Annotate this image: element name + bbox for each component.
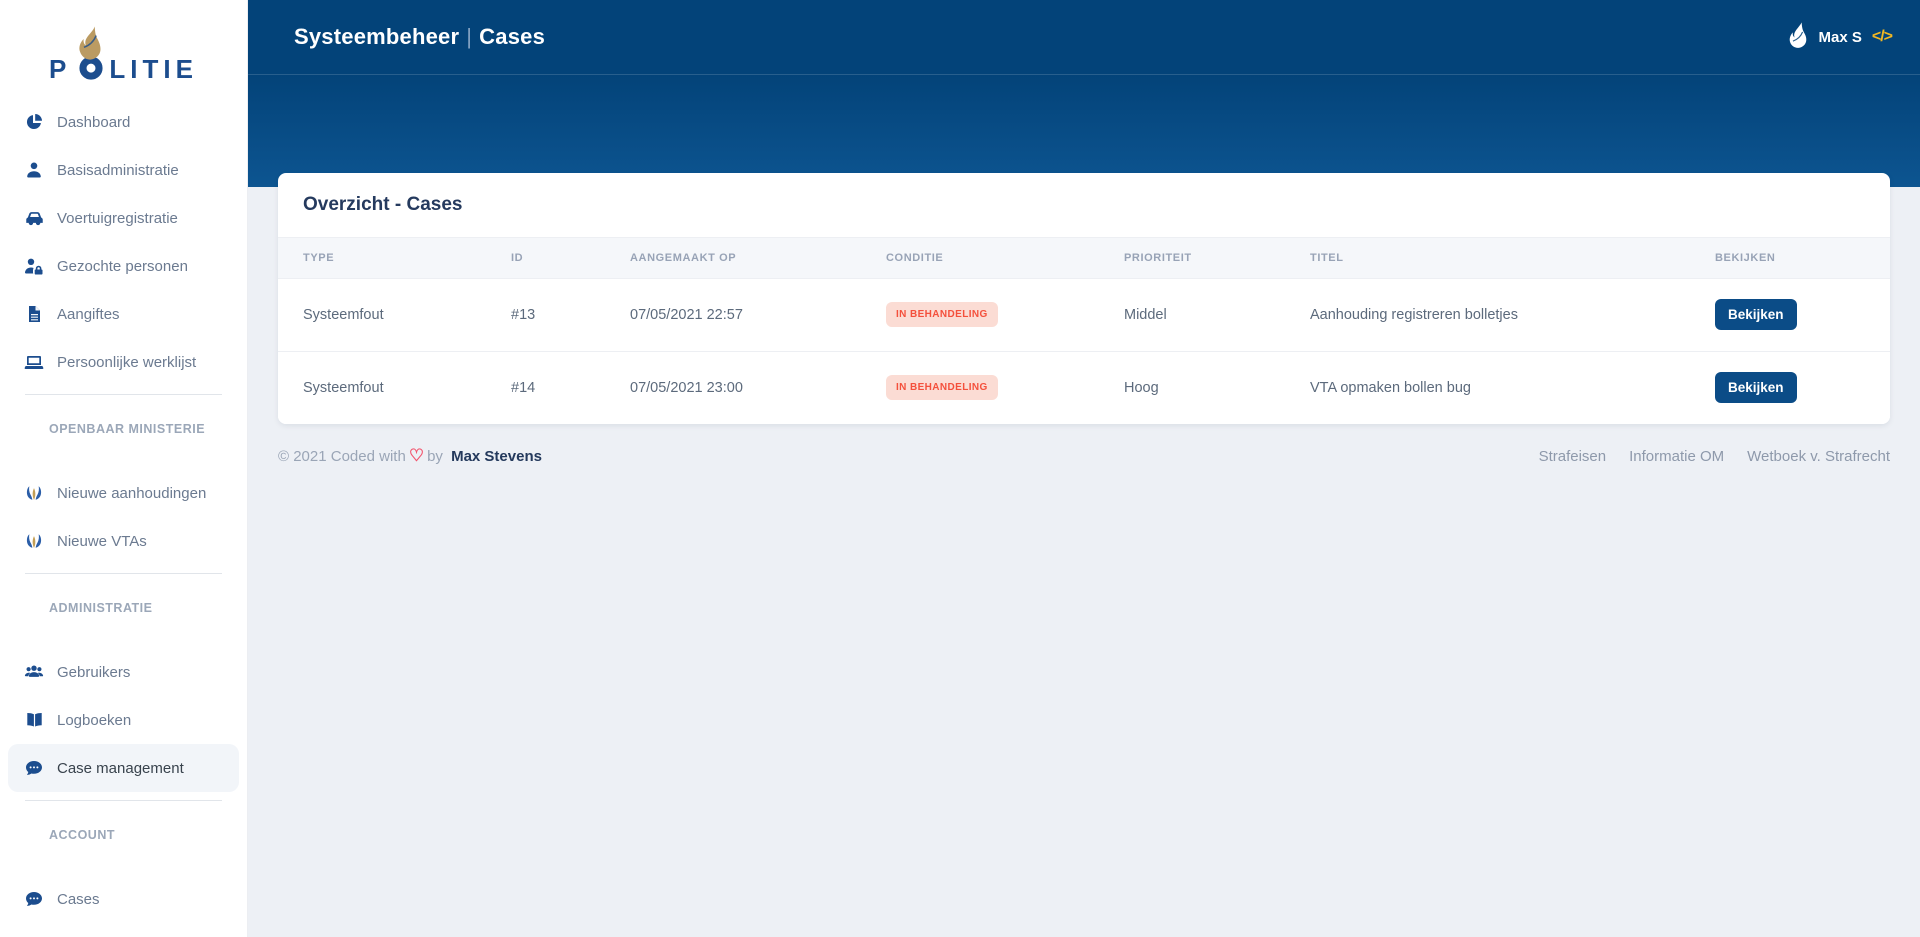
chat-dots-icon (24, 758, 44, 778)
footer-link-informatie-om[interactable]: Informatie OM (1629, 448, 1724, 465)
column-header-titel: TITEL (1285, 237, 1690, 279)
sidebar-divider (25, 573, 222, 574)
column-header-type: TYPE (278, 237, 486, 279)
sidebar-item-label: Cases (57, 890, 100, 908)
column-header-prioriteit: PRIORITEIT (1099, 237, 1285, 279)
om-emblem-icon (24, 483, 44, 503)
car-icon (24, 208, 44, 228)
copyright-text: © 2021 Coded with ♡ by Max Stevens (278, 446, 542, 465)
sidebar-item-gebruikers[interactable]: Gebruikers (8, 648, 239, 696)
sidebar-item-gezochte-personen[interactable]: Gezochte personen (8, 242, 239, 290)
column-header-conditie: CONDITIE (861, 237, 1099, 279)
sidebar-item-persoonlijke-werklijst[interactable]: Persoonlijke werklijst (8, 338, 239, 386)
user-icon (24, 160, 44, 180)
page-content: Overzicht - Cases TYPE ID AANGEMAAKT OP … (248, 173, 1920, 466)
cell-id: #13 (486, 278, 605, 352)
main-area: Systeembeheer | Cases Max S </> Overzicht … (248, 0, 1920, 937)
sidebar-item-dashboard[interactable]: Dashboard (8, 98, 239, 146)
document-icon (24, 304, 44, 324)
sidebar-item-label: Aangiftes (57, 305, 120, 323)
sidebar-item-case-management[interactable]: Case management (8, 744, 239, 792)
sidebar-item-label: Dashboard (57, 113, 131, 131)
sidebar-item-label: Voertuigregistratie (57, 209, 178, 227)
section-heading-openbaar-ministerie: OPENBAAR MINISTERIE (49, 422, 206, 436)
sidebar-divider (25, 394, 222, 395)
footer-link-wetboek[interactable]: Wetboek v. Strafrecht (1747, 448, 1890, 465)
section-heading-administratie: ADMINISTRATIE (49, 601, 153, 615)
sidebar-divider (25, 800, 222, 801)
politie-flame-icon (1789, 22, 1806, 48)
cell-type: Systeemfout (278, 278, 486, 352)
cell-title: Aanhouding registreren bolletjes (1285, 278, 1690, 352)
cell-priority: Middel (1099, 278, 1285, 352)
author-link[interactable]: Max Stevens (451, 448, 542, 465)
table-header-row: TYPE ID AANGEMAAKT OP CONDITIE PRIORITEI… (278, 237, 1890, 279)
politie-flame-o-icon (79, 26, 103, 80)
footer-links: Strafeisen Informatie OM Wetboek v. Stra… (1539, 448, 1890, 465)
view-case-button[interactable]: Bekijken (1715, 299, 1797, 330)
sidebar-nav: Dashboard Basisadministratie Voertuigreg… (0, 98, 247, 923)
sidebar: P LITIE Dashboard Basisadministratie Voe… (0, 0, 248, 937)
page-title: Systeembeheer | Cases (294, 24, 546, 49)
sidebar-item-nieuwe-vtas[interactable]: Nieuwe VTAs (8, 517, 239, 565)
sidebar-item-label: Nieuwe VTAs (57, 532, 147, 550)
card-title: Overzicht - Cases (303, 194, 463, 215)
heart-icon: ♡ (408, 446, 425, 465)
table-row: Systeemfout #14 07/05/2021 23:00 IN BEHA… (278, 351, 1890, 424)
users-icon (24, 662, 44, 682)
top-navbar: Systeembeheer | Cases Max S </> (248, 0, 1920, 75)
cases-table: TYPE ID AANGEMAAKT OP CONDITIE PRIORITEI… (278, 237, 1890, 424)
cell-title: VTA opmaken bollen bug (1285, 351, 1690, 424)
status-badge: IN BEHANDELING (886, 302, 998, 327)
status-badge: IN BEHANDELING (886, 375, 998, 400)
user-lock-icon (24, 256, 44, 276)
cases-card: Overzicht - Cases TYPE ID AANGEMAAKT OP … (278, 173, 1890, 424)
page-footer: © 2021 Coded with ♡ by Max Stevens Strafei… (278, 446, 1890, 466)
column-header-bekijken: BEKIJKEN (1690, 237, 1890, 279)
chat-dots-icon (24, 889, 44, 909)
logo-letter-p: P (49, 54, 72, 84)
column-header-aangemaakt-op: AANGEMAAKT OP (605, 237, 861, 279)
sidebar-item-label: Gebruikers (57, 663, 131, 681)
sidebar-item-basisadministratie[interactable]: Basisadministratie (8, 146, 239, 194)
sidebar-item-voertuigregistratie[interactable]: Voertuigregistratie (8, 194, 239, 242)
logo-letters-rest: LITIE (109, 54, 198, 84)
cell-priority: Hoog (1099, 351, 1285, 424)
laptop-icon (24, 352, 44, 372)
sidebar-item-label: Logboeken (57, 711, 132, 729)
card-header: Overzicht - Cases (278, 173, 1890, 237)
sidebar-item-label: Basisadministratie (57, 161, 179, 179)
username: Max S (1818, 28, 1862, 46)
pie-chart-icon (24, 112, 44, 132)
table-row: Systeemfout #13 07/05/2021 22:57 IN BEHA… (278, 278, 1890, 352)
sidebar-item-label: Persoonlijke werklijst (57, 353, 197, 371)
sidebar-item-logboeken[interactable]: Logboeken (8, 696, 239, 744)
title-separator: | (466, 24, 473, 49)
cell-type: Systeemfout (278, 351, 486, 424)
om-emblem-icon (24, 531, 44, 551)
section-heading-account: ACCOUNT (49, 828, 115, 842)
header-band (248, 75, 1920, 187)
sidebar-item-cases[interactable]: Cases (8, 875, 239, 923)
cell-created-at: 07/05/2021 23:00 (605, 351, 861, 424)
sidebar-item-label: Nieuwe aanhoudingen (57, 484, 207, 502)
cell-created-at: 07/05/2021 22:57 (605, 278, 861, 352)
footer-link-strafeisen[interactable]: Strafeisen (1539, 448, 1607, 465)
code-icon: </> (1871, 28, 1893, 45)
politie-logo[interactable]: P LITIE (0, 24, 247, 84)
sidebar-item-label: Gezochte personen (57, 257, 188, 275)
cell-id: #14 (486, 351, 605, 424)
user-menu[interactable]: Max S </> (1787, 22, 1893, 52)
sidebar-item-label: Case management (57, 759, 184, 777)
sidebar-item-aangiftes[interactable]: Aangiftes (8, 290, 239, 338)
sidebar-item-nieuwe-aanhoudingen[interactable]: Nieuwe aanhoudingen (8, 469, 239, 517)
book-open-icon (24, 710, 44, 730)
view-case-button[interactable]: Bekijken (1715, 372, 1797, 403)
column-header-id: ID (486, 237, 605, 279)
